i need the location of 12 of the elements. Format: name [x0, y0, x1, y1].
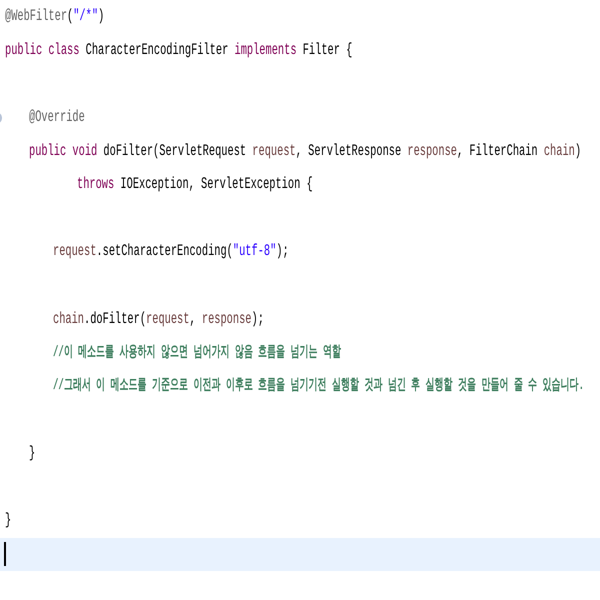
code-comment: //그래서 이 메소드를 기준으로 이전과 이후로 흐름을 넘기기전 실행할 것과 넘긴 후 실행할 것을 만들어 줄 수 있습니다.	[53, 377, 584, 396]
text-caret	[4, 542, 6, 566]
code-line: public class CharacterEncodingFilter implements Filter {	[5, 40, 352, 60]
code-line: throws IOException, ServletException {	[77, 175, 313, 194]
code-line: request.setCharacterEncoding("utf-8");	[53, 242, 289, 262]
code-line: @WebFilter("/*")	[5, 7, 104, 26]
code-line: }	[29, 444, 36, 464]
code-line: public void doFilter(ServletRequest request, ServletResponse response, FilterChain chain)	[29, 142, 582, 161]
code-line: chain.doFilter(request, response);	[53, 310, 264, 329]
code-line: @Override	[29, 108, 85, 128]
code-comment: //이 메소드를 사용하지 않으면 넘어가지 않음 흐름을 넘기는 역할	[53, 344, 341, 362]
code-line: }	[5, 511, 12, 530]
